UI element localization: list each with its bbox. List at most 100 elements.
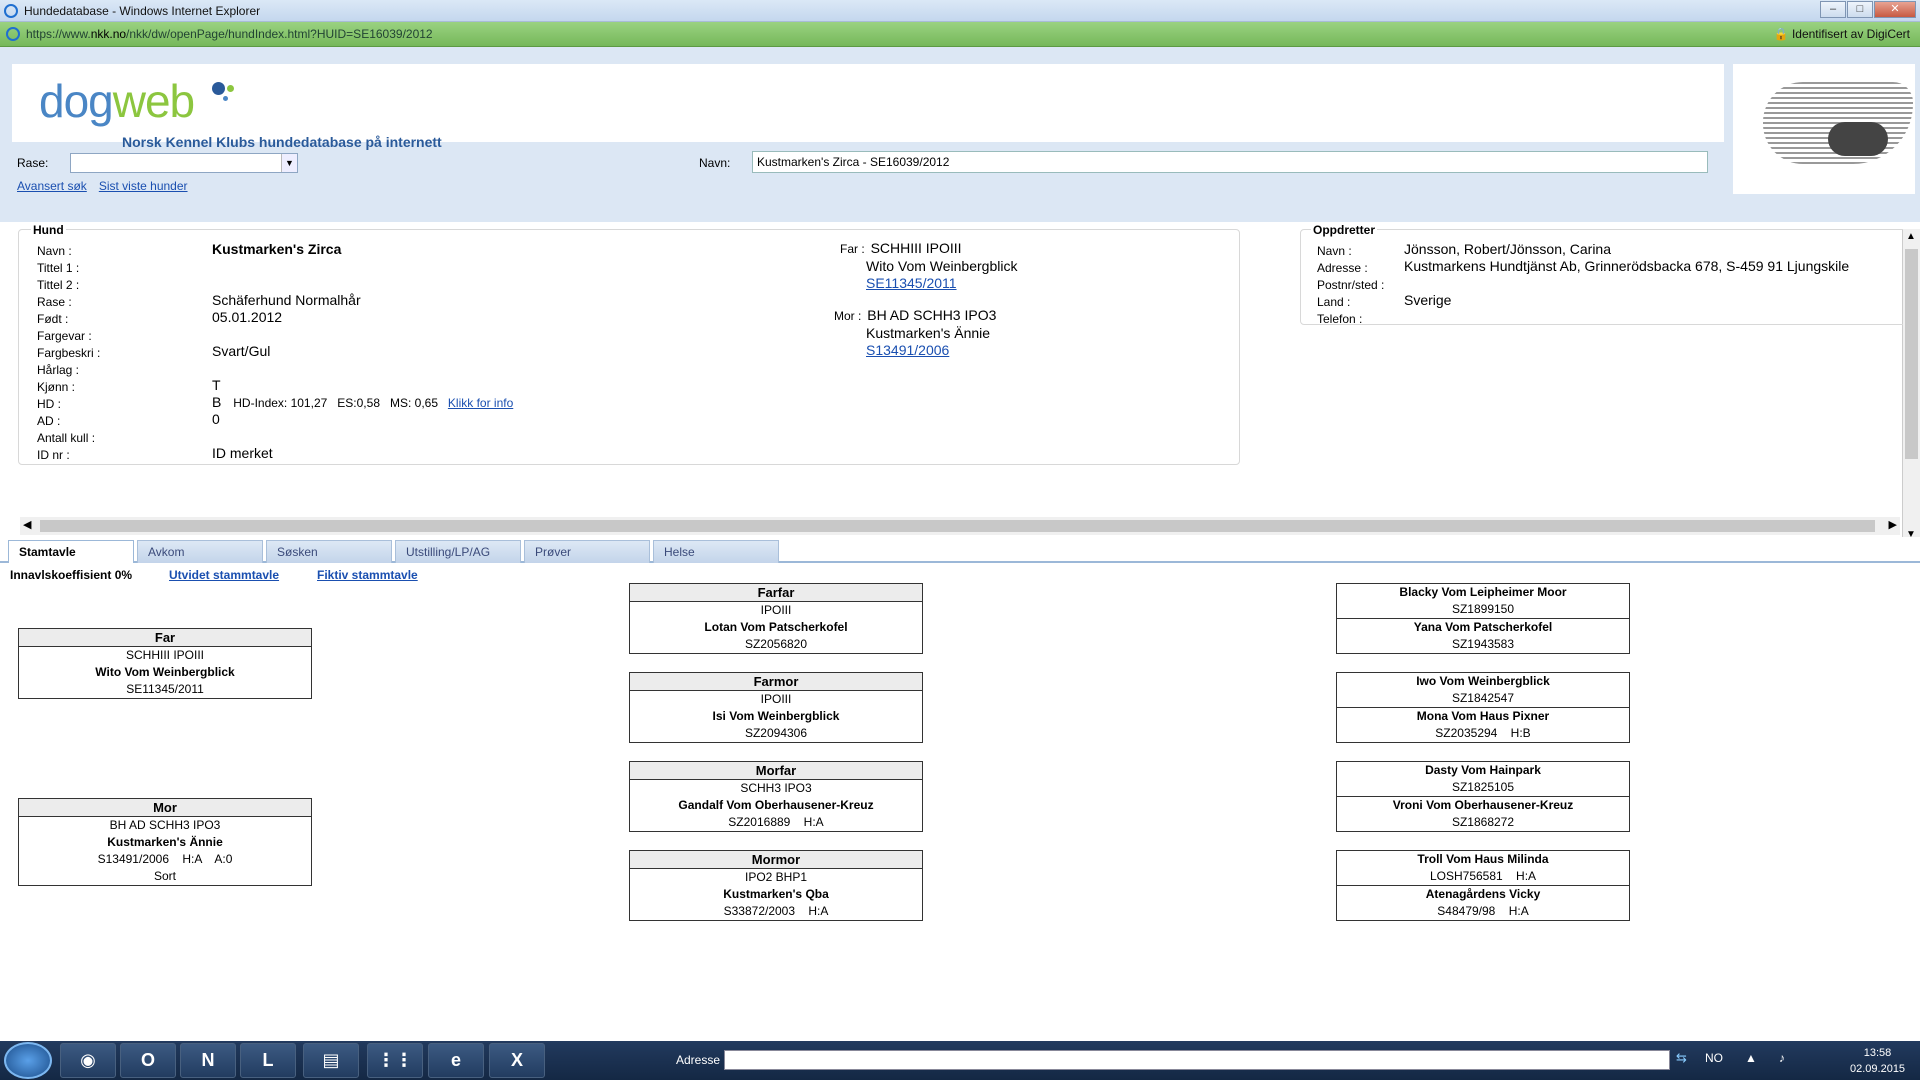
far-info: Far : SCHHIII IPOIII Wito Vom Weinbergbl… — [840, 240, 1017, 292]
taskbar: ◉ O N L ▤ ⋮⋮ e X Adresse ⇆ NO ▲ ♪ 13:58 … — [0, 1041, 1920, 1080]
mor-label: Mor : — [834, 309, 862, 323]
dog-info-area: Hund Navn : Kustmarken's Zirca Tittel 1 … — [8, 223, 1908, 559]
hund-box: Hund Navn : Kustmarken's Zirca Tittel 1 … — [18, 223, 1240, 465]
chevron-down-icon[interactable]: ▼ — [281, 154, 297, 172]
far-reg-link[interactable]: SE11345/2011 — [866, 275, 957, 291]
fictive-pedigree-link[interactable]: Fiktiv stammtavle — [317, 568, 418, 582]
tab-avkom[interactable]: Avkom — [137, 540, 263, 563]
ie-icon — [4, 3, 18, 18]
pedigree-gen3-pair[interactable]: Troll Vom Haus Milinda LOSH756581 H:A At… — [1336, 850, 1630, 921]
language-indicator[interactable]: NO — [1705, 1051, 1723, 1065]
pedigree-far[interactable]: Far SCHHIII IPOIII Wito Vom Weinbergblic… — [18, 628, 312, 699]
rase-label: Rase: — [17, 156, 49, 170]
hd-grade: B — [212, 394, 222, 410]
pedigree-mormor[interactable]: Mormor IPO2 BHP1 Kustmarken's Qba S33872… — [629, 850, 923, 921]
hund-section-title: Hund — [31, 223, 66, 237]
tab-helse[interactable]: Helse — [653, 540, 779, 563]
excel-icon[interactable]: X — [489, 1043, 545, 1078]
pedigree-mor[interactable]: Mor BH AD SCHH3 IPO3 Kustmarken's Ännie … — [18, 798, 312, 886]
id-nr-value: ID merket — [212, 445, 273, 461]
inbreeding-coefficient: Innavlskoeffisient 0% — [10, 568, 133, 582]
pedigree-farfar[interactable]: Farfar IPOIII Lotan Vom Patscherkofel SZ… — [629, 583, 923, 654]
fodt-label: Født : — [37, 312, 69, 326]
logo-banner: dogweb Norsk Kennel Klubs hundedatabase … — [12, 64, 1724, 150]
tray-expand-icon[interactable]: ▲ — [1745, 1051, 1757, 1065]
mor-info: Mor : BH AD SCHH3 IPO3 Kustmarken's Änni… — [834, 307, 996, 359]
opp-navn-value: Jönsson, Robert/Jönsson, Carina — [1404, 241, 1611, 257]
tab-prover[interactable]: Prøver — [524, 540, 650, 563]
ad-value: 0 — [212, 411, 220, 427]
info-horizontal-scrollbar[interactable]: ◀ ▶ — [20, 517, 1900, 535]
pedigree-farmor[interactable]: Farmor IPOIII Isi Vom Weinbergblick SZ20… — [629, 672, 923, 743]
tab-sosken[interactable]: Søsken — [266, 540, 392, 563]
id-nr-label: ID nr : — [37, 448, 70, 462]
dog-name: Kustmarken's Zirca — [212, 241, 342, 257]
lync-icon[interactable]: L — [240, 1043, 296, 1078]
window-title: Hundedatabase - Windows Internet Explore… — [24, 3, 261, 18]
oppdretter-section-title: Oppdretter — [1311, 223, 1378, 237]
hd-info-link[interactable]: Klikk for info — [448, 396, 513, 410]
fargebeskri-label: Fargbeskri : — [37, 346, 101, 360]
dogweb-logo[interactable]: dogweb — [39, 74, 195, 128]
far-titles: SCHHIII IPOIII — [870, 240, 962, 256]
clock[interactable]: 13:58 02.09.2015 — [1850, 1045, 1905, 1077]
navn-label: Navn: — [699, 156, 731, 170]
chrome-icon[interactable]: ◉ — [60, 1043, 116, 1078]
opp-land-value: Sverige — [1404, 292, 1452, 308]
taskbar-address-input[interactable] — [724, 1050, 1670, 1070]
recent-dogs-link[interactable]: Sist viste hunder — [99, 179, 188, 193]
rase-select[interactable]: ▼ — [70, 153, 298, 173]
extended-pedigree-link[interactable]: Utvidet stammtavle — [169, 568, 279, 582]
advanced-search-link[interactable]: Avansert søk — [17, 179, 87, 193]
tab-stamtavle[interactable]: Stamtavle — [8, 540, 134, 563]
far-label: Far : — [840, 242, 865, 256]
mor-titles: BH AD SCHH3 IPO3 — [867, 307, 997, 323]
kjonn-value: T — [212, 377, 221, 393]
opp-navn-label: Navn : — [1317, 244, 1352, 258]
url-text[interactable]: https://www.nkk.no/nkk/dw/openPage/hundI… — [26, 27, 433, 41]
antall-kull-label: Antall kull : — [37, 431, 96, 445]
opp-adresse-label: Adresse : — [1317, 261, 1368, 275]
pedigree-gen3-pair[interactable]: Dasty Vom Hainpark SZ1825105 Vroni Vom O… — [1336, 761, 1630, 832]
minimize-button[interactable]: – — [1820, 1, 1846, 18]
close-button[interactable]: ✕ — [1874, 1, 1916, 18]
mor-reg-link[interactable]: S13491/2006 — [866, 342, 949, 358]
pedigree-gen3-pair[interactable]: Blacky Vom Leipheimer Moor SZ1899150 Yan… — [1336, 583, 1630, 654]
kjonn-label: Kjønn : — [37, 380, 76, 394]
maximize-button[interactable]: □ — [1847, 1, 1873, 18]
start-button[interactable] — [4, 1042, 52, 1079]
rase-value: Schäferhund Normalhår — [212, 292, 361, 308]
mor-name: Kustmarken's Ännie — [866, 325, 991, 341]
system-tray: NO ▲ ♪ — [1705, 1051, 1785, 1065]
folder-icon[interactable]: ▤ — [303, 1043, 359, 1078]
info-vertical-scrollbar[interactable]: ▲ ▼ — [1903, 229, 1920, 559]
pedigree-panel: Innavlskoeffisient 0% Utvidet stammtavle… — [0, 565, 1920, 1041]
rase-label: Rase : — [37, 295, 72, 309]
security-identity[interactable]: 🔒 Identifisert av DigiCert — [1774, 27, 1910, 41]
volume-icon[interactable]: ♪ — [1779, 1051, 1785, 1065]
address-bar[interactable]: https://www.nkk.no/nkk/dw/openPage/hundI… — [0, 22, 1920, 47]
scroll-right-icon[interactable]: ▶ — [1889, 518, 1897, 531]
outlook-icon[interactable]: O — [120, 1043, 176, 1078]
onenote-icon[interactable]: N — [180, 1043, 236, 1078]
scroll-left-icon[interactable]: ◀ — [23, 518, 31, 531]
opp-land-label: Land : — [1317, 295, 1351, 309]
pedigree-morfar[interactable]: Morfar SCHH3 IPO3 Gandalf Vom Oberhausen… — [629, 761, 923, 832]
fargebeskri-value: Svart/Gul — [212, 343, 271, 359]
window-titlebar: Hundedatabase - Windows Internet Explore… — [0, 0, 1920, 22]
go-arrow-icon[interactable]: ⇆ — [1676, 1050, 1694, 1070]
far-name: Wito Vom Weinbergblick — [866, 258, 1018, 274]
internet-explorer-icon[interactable]: e — [428, 1043, 484, 1078]
opp-postnr-label: Postnr/sted : — [1317, 278, 1385, 292]
pedigree-gen3-pair[interactable]: Iwo Vom Weinbergblick SZ1842547 Mona Vom… — [1336, 672, 1630, 743]
navn-input[interactable]: Kustmarken's Zirca - SE16039/2012 — [752, 151, 1708, 173]
hd-index: HD-Index: 101,27 ES:0,58 MS: 0,65 — [233, 396, 439, 410]
oppdretter-box: Oppdretter Navn : Jönsson, Robert/Jönsso… — [1300, 223, 1908, 326]
taskbar-address-label: Adresse — [676, 1053, 721, 1067]
opp-telefon-label: Telefon : — [1317, 312, 1363, 326]
scroll-up-icon[interactable]: ▲ — [1906, 231, 1916, 242]
apps-grid-icon[interactable]: ⋮⋮ — [367, 1043, 423, 1078]
tab-utstilling[interactable]: Utstilling/LP/AG — [395, 540, 521, 563]
dog-photo — [1733, 64, 1915, 194]
hd-value: B HD-Index: 101,27 ES:0,58 MS: 0,65 Klik… — [212, 394, 513, 410]
